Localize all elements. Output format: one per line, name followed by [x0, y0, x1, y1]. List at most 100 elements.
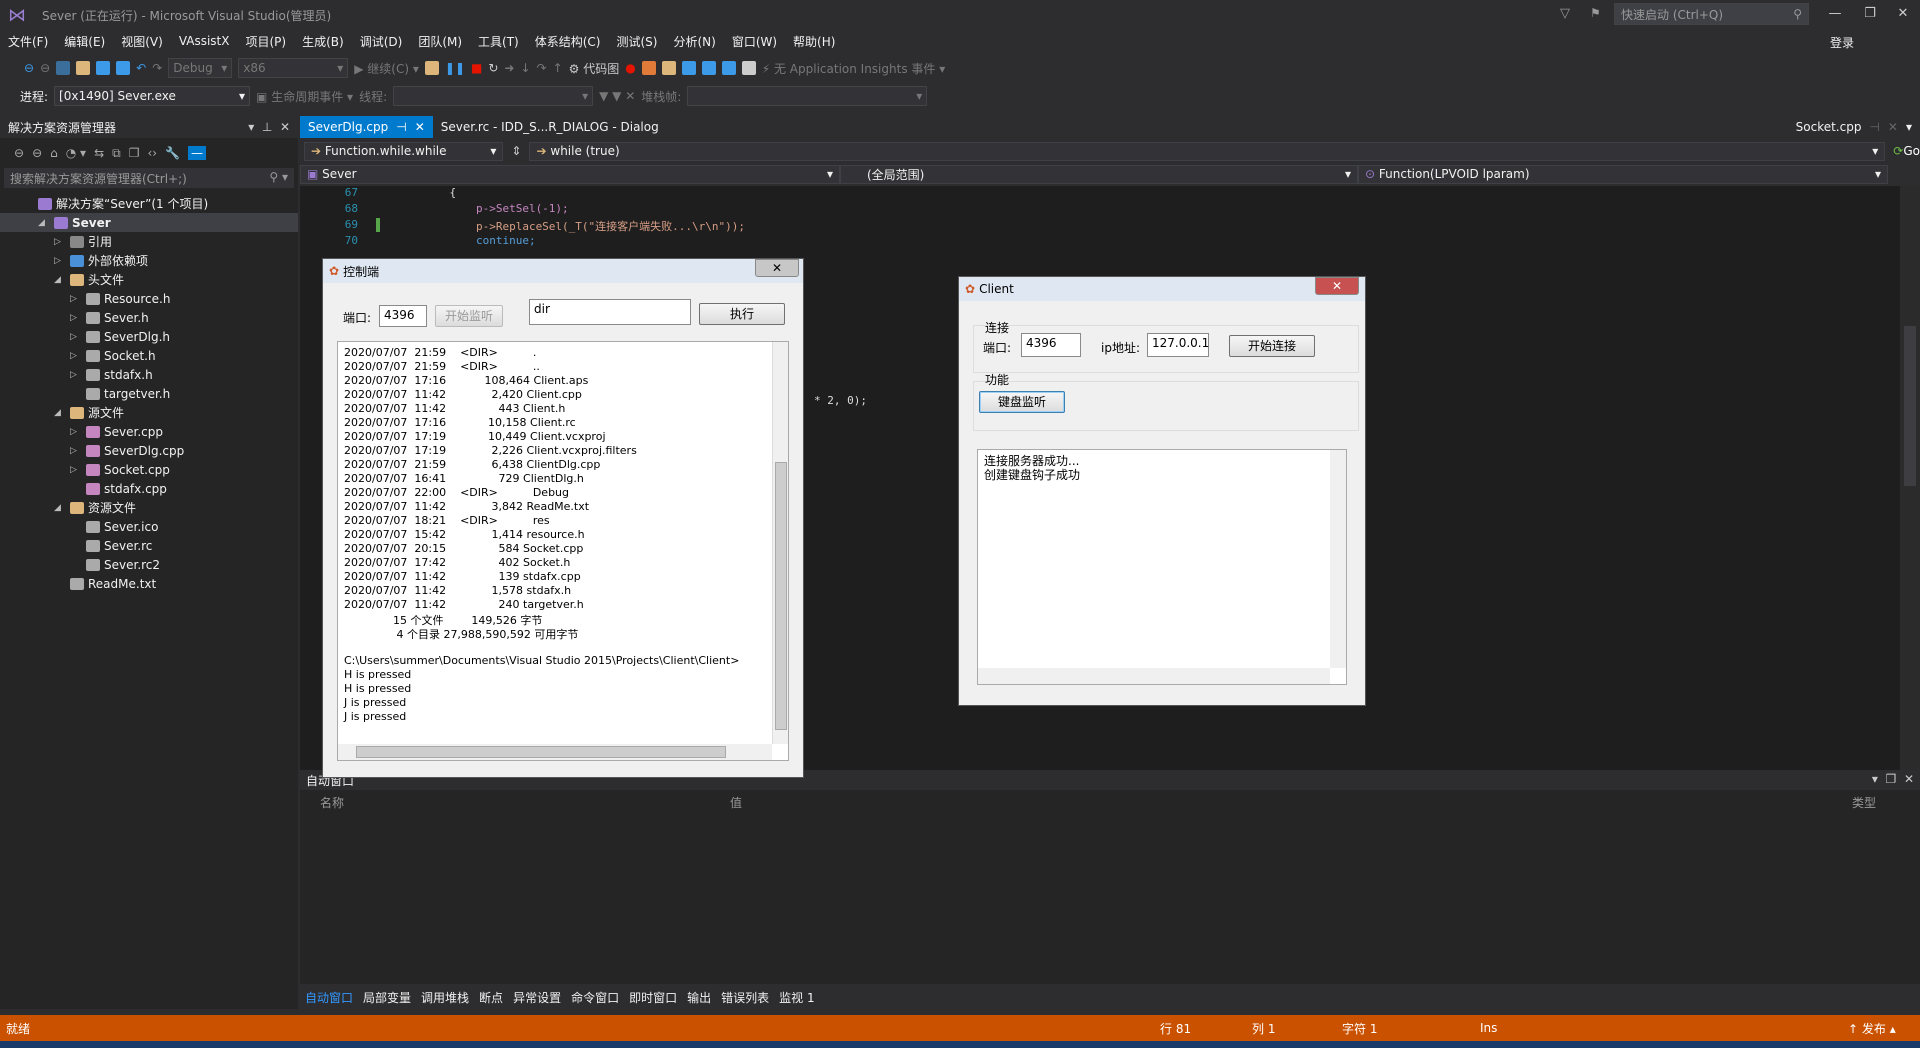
quick-launch-input[interactable]: 快速启动 (Ctrl+Q) ⚲ [1614, 3, 1809, 25]
solution-search-input[interactable]: 搜索解决方案资源管理器(Ctrl+;) ⚲ ▾ [4, 168, 294, 188]
redo-icon[interactable]: ↷ [152, 61, 162, 75]
folder-icon[interactable] [661, 61, 676, 75]
project-dropdown[interactable]: ▣ Sever ▾ [300, 164, 840, 184]
tree-item[interactable]: ◢ 源文件 [0, 403, 298, 422]
command-input[interactable]: dir [529, 299, 691, 325]
tree-item[interactable]: targetver.h [0, 384, 298, 403]
function-dropdown[interactable]: ➔ Function.while.while ▾ [304, 141, 504, 161]
port-field[interactable]: 4396 [379, 305, 427, 327]
menu-test[interactable]: 测试(S) [608, 33, 665, 50]
back-icon[interactable]: ⊖ [14, 146, 24, 160]
save-all-icon[interactable] [116, 61, 131, 75]
menu-vassistx[interactable]: VAssistX [171, 34, 238, 48]
debug-tool-icon[interactable] [641, 61, 656, 75]
execute-button[interactable]: 执行 [699, 303, 785, 325]
tree-item[interactable]: Sever.rc2 [0, 555, 298, 574]
col-type[interactable]: 类型 [1852, 794, 1876, 811]
start-listen-button[interactable]: 开始监听 [435, 305, 503, 327]
expand-arrow-icon[interactable]: ▷ [70, 332, 82, 342]
menu-project[interactable]: 项目(P) [237, 33, 294, 50]
log-hscroll[interactable] [978, 668, 1330, 684]
tree-item[interactable]: ▷ SeverDlg.h [0, 327, 298, 346]
forward-icon[interactable]: ⊖ [40, 61, 50, 75]
expand-arrow-icon[interactable]: ▷ [70, 427, 82, 437]
insights-button[interactable]: ⚡ 无 Application Insights 事件 ▾ [762, 60, 946, 77]
lifecycle-events[interactable]: ▣ 生命周期事件 ▾ [256, 88, 353, 105]
tab-output[interactable]: 输出 [682, 987, 716, 1008]
step-into-icon[interactable]: ↓ [520, 61, 530, 75]
output-hscroll[interactable] [338, 744, 772, 760]
tree-item[interactable]: ◢ Sever [0, 213, 298, 232]
connect-button[interactable]: 开始连接 [1229, 335, 1315, 357]
tab-locals[interactable]: 局部变量 [358, 987, 416, 1008]
bookmark-icon[interactable] [741, 61, 756, 75]
tree-item[interactable]: ▷ Sever.cpp [0, 422, 298, 441]
tree-item[interactable]: Sever.rc [0, 536, 298, 555]
menu-view[interactable]: 视图(V) [113, 33, 171, 50]
new-project-icon[interactable] [56, 61, 71, 75]
expand-arrow-icon[interactable]: ◢ [54, 408, 66, 418]
output-box[interactable]: 2020/07/07 21:59 <DIR> . 2020/07/07 21:59… [337, 341, 789, 761]
menu-window[interactable]: 窗口(W) [724, 33, 785, 50]
tree-item[interactable]: Sever.ico [0, 517, 298, 536]
tree-item[interactable]: ▷ 外部依赖项 [0, 251, 298, 270]
expand-arrow-icon[interactable]: ◢ [38, 218, 50, 228]
pin-icon[interactable]: ⊣ [396, 120, 406, 134]
home-icon[interactable]: ⌂ [50, 146, 58, 160]
sync-icon[interactable]: ⇆ [94, 146, 104, 160]
menu-analyze[interactable]: 分析(N) [665, 33, 723, 50]
restart-icon[interactable]: ↻ [488, 61, 498, 75]
tree-item[interactable]: ▷ Resource.h [0, 289, 298, 308]
tab-breakpoints[interactable]: 断点 [474, 987, 508, 1008]
process-icon[interactable] [424, 61, 439, 75]
expand-arrow-icon[interactable]: ◢ [54, 503, 66, 513]
pending-changes-icon[interactable]: ◔ ▾ [66, 146, 86, 160]
ip-field[interactable]: 127.0.0.1 [1147, 333, 1209, 357]
collapse-all-icon[interactable]: ⧉ [112, 146, 121, 161]
preview-icon[interactable]: — [188, 146, 207, 160]
expand-arrow-icon[interactable]: ◢ [54, 275, 66, 285]
expand-arrow-icon[interactable]: ▷ [70, 465, 82, 475]
breakpoint-icon[interactable]: ● [625, 61, 635, 75]
back-icon[interactable]: ⊖ [24, 61, 34, 75]
menu-debug[interactable]: 调试(D) [352, 33, 411, 50]
tab-call-stack[interactable]: 调用堆栈 [416, 987, 474, 1008]
vscroll-thumb[interactable] [775, 462, 787, 730]
col-name[interactable]: 名称 [320, 794, 344, 811]
panel-controls[interactable]: ▾ ⊥ ✕ [248, 120, 290, 134]
menu-team[interactable]: 团队(M) [410, 33, 470, 50]
stack-frame-dropdown[interactable]: ▾ [687, 86, 928, 106]
menu-edit[interactable]: 编辑(E) [56, 33, 113, 50]
output-vscroll[interactable] [772, 342, 788, 744]
tab-immediate[interactable]: 即时窗口 [624, 987, 682, 1008]
bookmark-nav-icon[interactable] [701, 61, 716, 75]
login-link[interactable]: 登录 [1830, 34, 1854, 51]
chevron-down-icon[interactable]: ▾ [1906, 120, 1912, 134]
open-file-icon[interactable] [76, 61, 91, 75]
show-next-statement-icon[interactable]: ➜ [504, 61, 514, 75]
keyboard-listen-button[interactable]: 键盘监听 [979, 391, 1065, 413]
pin-icon[interactable]: ⊣ [1869, 120, 1879, 134]
tree-item[interactable]: ▷ 引用 [0, 232, 298, 251]
tree-item[interactable]: ◢ 头文件 [0, 270, 298, 289]
menu-tools[interactable]: 工具(T) [470, 33, 527, 50]
close-icon[interactable]: ✕ [1888, 120, 1898, 134]
expand-arrow-icon[interactable]: ▷ [54, 237, 66, 247]
publish-button[interactable]: ↑ 发布 ▴ [1848, 1020, 1896, 1037]
menu-build[interactable]: 生成(B) [294, 33, 352, 50]
code-view-icon[interactable]: ‹› [147, 146, 157, 160]
step-over-icon[interactable]: ↷ [537, 61, 547, 75]
expand-arrow-icon[interactable]: ▷ [70, 313, 82, 323]
maximize-button[interactable]: ❐ [1855, 3, 1885, 25]
tree-item[interactable]: ReadMe.txt [0, 574, 298, 593]
expand-arrow-icon[interactable]: ▷ [70, 294, 82, 304]
col-value[interactable]: 值 [730, 794, 742, 811]
show-all-files-icon[interactable]: ❐ [129, 146, 140, 160]
hscroll-thumb[interactable] [356, 746, 726, 758]
undo-icon[interactable]: ↶ [136, 61, 146, 75]
tree-item[interactable]: ▷ stdafx.h [0, 365, 298, 384]
client-log-box[interactable]: 连接服务器成功... 创建键盘钩子成功 [977, 449, 1347, 685]
close-button[interactable]: ✕ [1315, 277, 1359, 295]
scope-class-dropdown[interactable]: (全局范围) ▾ [840, 164, 1358, 184]
tab-exceptions[interactable]: 异常设置 [508, 987, 566, 1008]
